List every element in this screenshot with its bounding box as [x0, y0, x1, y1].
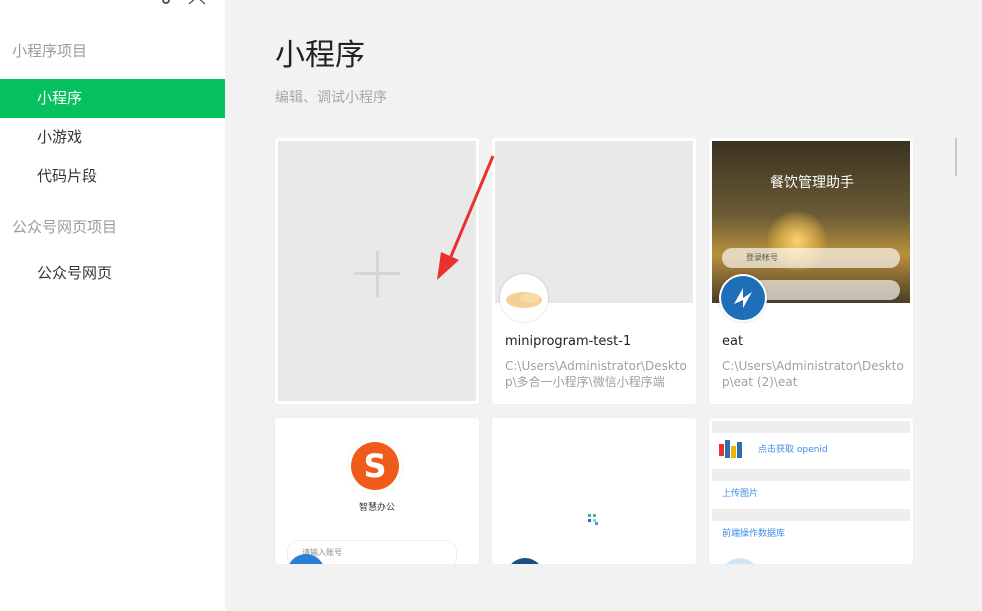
- project-card[interactable]: 点击获取 openid 上传图片 前端操作数据库: [709, 418, 913, 564]
- database-row: 前端操作数据库: [712, 521, 910, 547]
- section-official-account-projects: 公众号网页项目: [12, 218, 118, 236]
- thumbnail-title: 餐饮管理助手: [770, 175, 854, 191]
- project-card[interactable]: S 智慧办公 请输入账号: [275, 418, 479, 564]
- project-name: eat: [722, 334, 744, 349]
- loading-dots-icon: [588, 514, 598, 525]
- row-label: 点击获取 openid: [758, 445, 828, 455]
- project-path: C:\Users\Administrator\Desktop\多合一小程序\微信…: [505, 359, 687, 389]
- close-icon[interactable]: [187, 0, 207, 7]
- sidebar-item-minigame[interactable]: 小游戏: [0, 118, 225, 157]
- window-controls: [160, 0, 217, 6]
- sidebar-item-label: 公众号网页: [37, 264, 113, 282]
- sidebar-item-label: 代码片段: [37, 167, 98, 185]
- thumbnail-login-field: 登录帐号: [722, 248, 900, 268]
- project-card[interactable]: 餐饮管理助手 登录帐号 eat C:\Users\Administrator\D…: [709, 138, 913, 404]
- project-card[interactable]: [492, 418, 696, 564]
- project-name: miniprogram-test-1: [505, 334, 632, 349]
- scrollbar-thumb[interactable]: [955, 138, 957, 176]
- sidebar-item-label: 小程序: [37, 89, 83, 107]
- project-path: C:\Users\Administrator\Desktop\eat (2)\e…: [722, 359, 904, 389]
- sidebar-item-code-snippets[interactable]: 代码片段: [0, 157, 225, 196]
- list-gap: [712, 509, 910, 521]
- annotation-arrow-icon: [437, 155, 495, 280]
- sidebar-item-label: 小游戏: [37, 128, 83, 146]
- list-gap: [712, 469, 910, 481]
- project-avatar: [721, 558, 759, 564]
- section-miniprogram-projects: 小程序项目: [12, 42, 88, 60]
- page-title: 小程序: [275, 38, 365, 73]
- project-avatar: [506, 558, 544, 564]
- sidebar: 小程序项目 小程序 小游戏 代码片段 公众号网页项目 公众号网页: [0, 0, 225, 611]
- project-avatar: [500, 274, 548, 322]
- thumbnail-caption: 智慧办公: [358, 503, 395, 513]
- plus-icon-vertical: [376, 251, 379, 297]
- list-gap: [712, 421, 910, 433]
- project-avatar: [719, 274, 767, 322]
- sidebar-item-official-account-web[interactable]: 公众号网页: [0, 254, 225, 293]
- upload-row: 上传图片: [712, 481, 910, 507]
- sidebar-item-miniprogram[interactable]: 小程序: [0, 79, 225, 118]
- project-card[interactable]: miniprogram-test-1 C:\Users\Administrato…: [492, 138, 696, 404]
- main-panel: 小程序 编辑、调试小程序 miniprogram-test-1 C:\Users…: [225, 0, 982, 611]
- row-label: 上传图片: [722, 489, 759, 499]
- gear-icon[interactable]: [160, 0, 172, 7]
- cloud-logo-icon: [719, 440, 742, 458]
- page-subtitle: 编辑、调试小程序: [275, 90, 387, 106]
- s-logo-icon: S: [351, 442, 399, 490]
- row-label: 前端操作数据库: [722, 529, 786, 539]
